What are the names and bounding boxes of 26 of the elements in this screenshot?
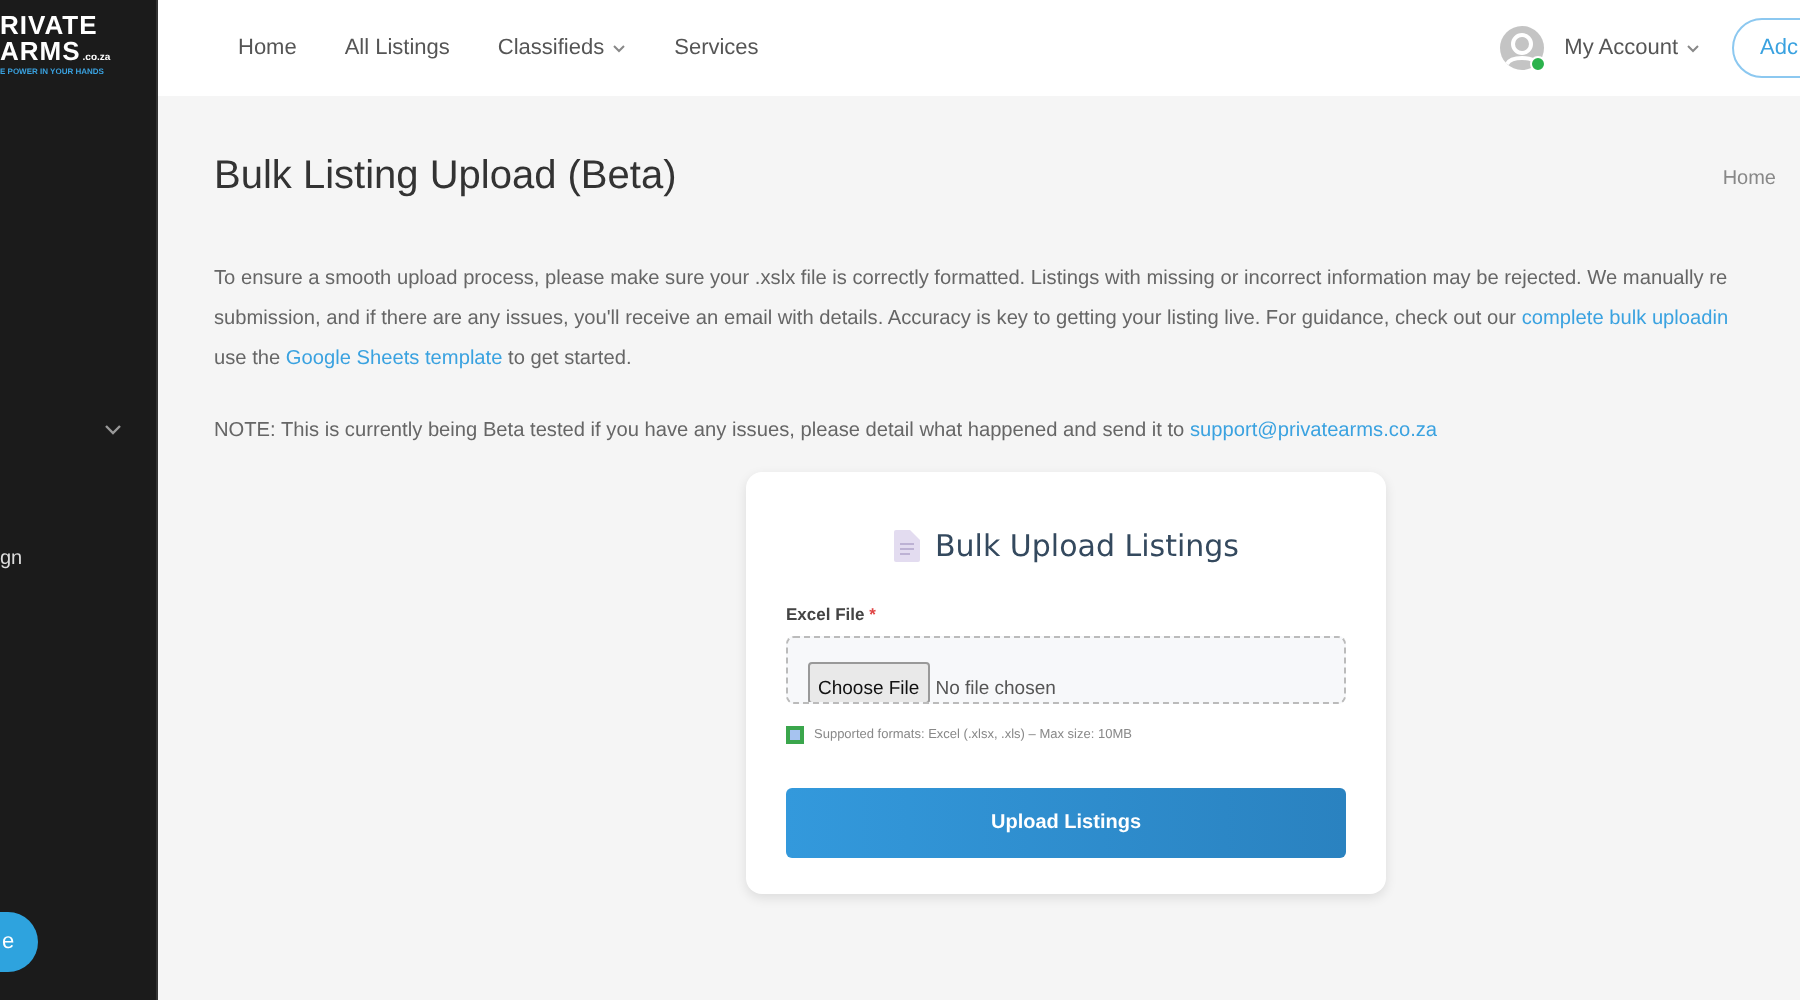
- chevron-down-icon[interactable]: [1686, 43, 1701, 53]
- page-title: Bulk Listing Upload (Beta): [214, 153, 677, 199]
- intro-text: To ensure a smooth upload process, please make sure your .xslx file is correctly formatted. Listings with missing or incorrect information may be rejected. We manually re: [214, 266, 1728, 294]
- file-input[interactable]: Choose File No file chosen: [786, 636, 1346, 704]
- intro-text: submission, and if there are any issues, you'll receive an email with details. Accuracy is key to getting your listing live. For guidance, check out our complete bulk uploadin: [214, 306, 1729, 334]
- nav-link[interactable]: All Listings: [344, 36, 450, 60]
- nav-link[interactable]: Home: [238, 36, 297, 60]
- chevron-down-icon[interactable]: [104, 424, 122, 436]
- nav-link[interactable]: Classifieds: [497, 36, 627, 60]
- field-label: Excel File: [786, 604, 865, 624]
- account-menu[interactable]: My Account: [1564, 36, 1701, 60]
- required-mark: *: [869, 604, 876, 624]
- note-text: NOTE: This is currently being Beta tested if you have any issues, please detail what happened and send it to support@privatearms.co.za: [214, 418, 1438, 446]
- nav-link[interactable]: Services: [674, 36, 759, 60]
- document-icon: [893, 530, 919, 562]
- logo-text: ARMS: [0, 38, 81, 64]
- choose-file-button[interactable]: Choose File: [808, 662, 930, 702]
- chevron-down-icon[interactable]: [612, 43, 627, 53]
- file-status: No file chosen: [935, 678, 1056, 702]
- intro-text: use the Google Sheets template to get started.: [214, 346, 632, 374]
- logo-text: RIVATE: [0, 12, 100, 38]
- card-title: Bulk Upload Listings: [935, 528, 1239, 564]
- spreadsheet-icon: [786, 726, 804, 744]
- avatar-icon[interactable]: [1500, 26, 1545, 70]
- sidebar-item[interactable]: gn: [0, 547, 23, 569]
- upload-button[interactable]: Upload Listings: [786, 788, 1346, 858]
